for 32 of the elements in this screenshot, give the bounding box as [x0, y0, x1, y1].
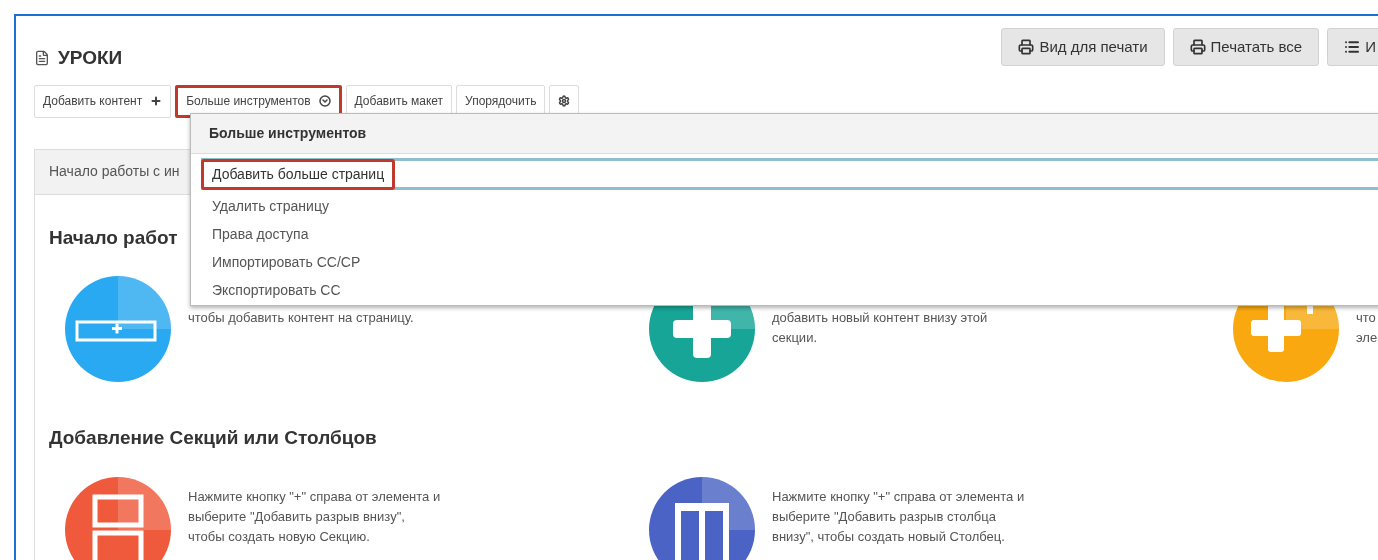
menu-item[interactable]: Удалить страницу: [201, 192, 1378, 220]
description-text: что: [1356, 309, 1377, 327]
menu-item[interactable]: Импортировать CC/CP: [201, 248, 1378, 276]
description-text: выберите "Добавить разрыв столбца: [772, 507, 997, 526]
description-text: чтобы добавить контент на страницу.: [188, 309, 414, 327]
description-text: выберите "Добавить разрыв внизу",: [188, 507, 406, 526]
description-text: внизу", чтобы создать новый Столбец.: [772, 527, 1006, 546]
printer-icon: [1189, 39, 1206, 55]
menu-item[interactable]: Права доступа: [201, 220, 1378, 248]
description-text: чтобы создать новую Секцию.: [188, 527, 371, 546]
plus-icon: [150, 95, 163, 107]
header-button[interactable]: И: [1327, 28, 1378, 66]
description-text: эле: [1356, 329, 1378, 347]
description-text: Нажмите кнопку "+" справа от элемента и: [772, 487, 1025, 506]
description-text: Нажмите кнопку "+" справа от элемента и: [188, 487, 441, 506]
section-heading: Начало работ: [49, 225, 178, 250]
toolbar-button[interactable]: Добавить контент: [34, 84, 172, 118]
document-icon: [34, 50, 50, 67]
menu-item[interactable]: Экспортировать CC: [201, 276, 1378, 304]
header-button[interactable]: Печатать все: [1172, 28, 1320, 66]
settings-icon: [558, 95, 571, 107]
list-icon: [1344, 39, 1361, 55]
description-text: секции.: [772, 329, 818, 347]
panel-tab[interactable]: Начало работы с ин: [49, 161, 180, 182]
printer-icon: [1018, 39, 1035, 55]
chevron-circle-icon: [318, 95, 331, 107]
menu-item[interactable]: Добавить больше страниц: [201, 158, 1378, 190]
dropdown-title: Больше инструментов: [209, 124, 367, 143]
page-title: УРОКИ: [58, 46, 123, 70]
section-heading: Добавление Секций или Столбцов: [49, 426, 377, 450]
header-button[interactable]: Вид для печати: [1001, 28, 1165, 66]
description-text: добавить новый контент внизу этой: [772, 309, 988, 327]
